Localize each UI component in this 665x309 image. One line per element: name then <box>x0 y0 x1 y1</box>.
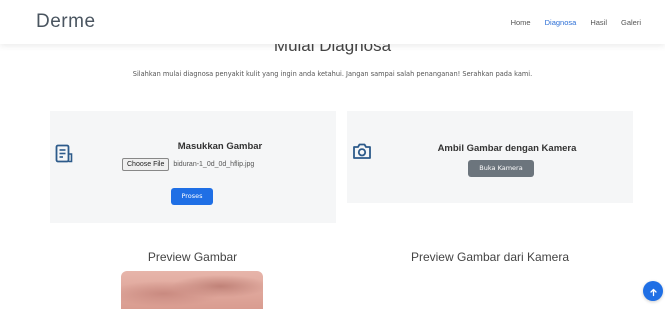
preview-image <box>121 271 263 309</box>
camera-icon <box>352 142 372 164</box>
nav-item-hasil[interactable]: Hasil <box>590 18 607 27</box>
preview-camera-title: Preview Gambar dari Kamera <box>410 250 570 264</box>
brand-logo[interactable]: Derme <box>36 11 96 33</box>
nav-item-home[interactable]: Home <box>511 18 531 27</box>
page-subtitle: Silahkan mulai diagnosa penyakit kulit y… <box>132 70 533 78</box>
arrow-up-icon <box>649 282 658 301</box>
upload-card-title: Masukkan Gambar <box>177 141 263 152</box>
choose-file-button[interactable]: Choose File <box>122 158 170 171</box>
document-icon <box>55 144 73 168</box>
upload-card: Masukkan Gambar Choose File biduran-1_0d… <box>50 111 336 223</box>
selected-file-name: biduran-1_0d_0d_hflip.jpg <box>173 161 255 168</box>
camera-card-title: Ambil Gambar dengan Kamera <box>437 143 577 154</box>
file-input[interactable]: Choose File biduran-1_0d_0d_hflip.jpg <box>122 158 254 171</box>
navbar: Derme Home Diagnosa Hasil Galeri <box>0 0 665 44</box>
nav-item-galeri[interactable]: Galeri <box>621 18 641 27</box>
nav-item-diagnosa[interactable]: Diagnosa <box>545 18 577 27</box>
proses-button[interactable]: Proses <box>171 188 213 205</box>
buka-kamera-button[interactable]: Buka Kamera <box>468 160 534 177</box>
scroll-top-button[interactable] <box>643 281 663 301</box>
preview-image-title: Preview Gambar <box>147 250 238 264</box>
camera-card: Ambil Gambar dengan Kamera Buka Kamera <box>347 111 633 203</box>
nav-menu: Home Diagnosa Hasil Galeri <box>511 18 641 27</box>
